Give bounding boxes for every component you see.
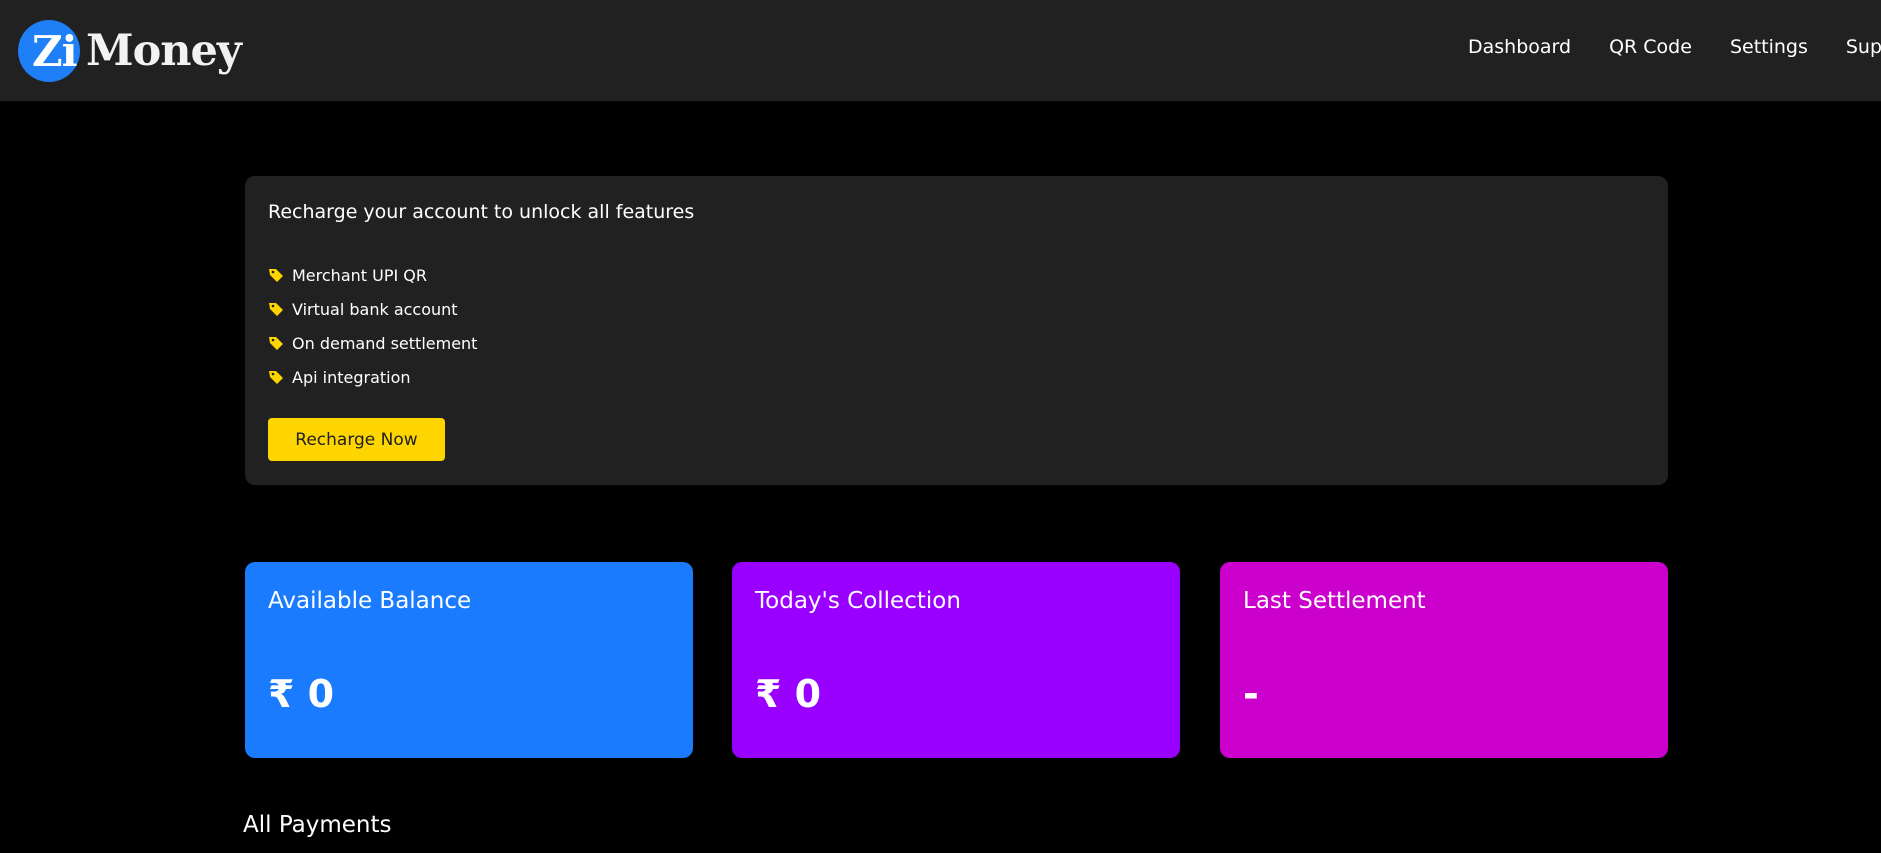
- logo-badge: Zi: [18, 20, 80, 82]
- tag-icon: [269, 303, 283, 316]
- tag-icon: [269, 269, 283, 282]
- main-nav: Dashboard QR Code Settings Support: [1468, 36, 1881, 58]
- nav-qr-code[interactable]: QR Code: [1609, 36, 1692, 58]
- all-payments-heading: All Payments: [243, 812, 392, 838]
- card-title: Last Settlement: [1243, 588, 1426, 614]
- tag-icon: [269, 371, 283, 384]
- recharge-now-button[interactable]: Recharge Now: [268, 418, 445, 461]
- promo-title: Recharge your account to unlock all feat…: [268, 201, 695, 223]
- card-value: ₹ 0: [268, 672, 335, 716]
- card-title: Available Balance: [268, 588, 472, 614]
- nav-support[interactable]: Support: [1846, 36, 1881, 58]
- nav-dashboard[interactable]: Dashboard: [1468, 36, 1571, 58]
- zimoney-logo[interactable]: Zi Money: [18, 20, 242, 82]
- last-settlement-card: Last Settlement -: [1220, 562, 1668, 758]
- recharge-promo-card: Recharge your account to unlock all feat…: [245, 176, 1668, 485]
- feature-label: Virtual bank account: [292, 299, 458, 319]
- feature-label: On demand settlement: [292, 333, 478, 353]
- feature-item: Merchant UPI QR: [268, 258, 477, 292]
- card-value: ₹ 0: [755, 672, 822, 716]
- nav-settings[interactable]: Settings: [1730, 36, 1808, 58]
- feature-item: Virtual bank account: [268, 292, 477, 326]
- card-value: -: [1243, 672, 1259, 716]
- logo-wordmark: Money: [86, 26, 242, 76]
- feature-label: Merchant UPI QR: [292, 265, 427, 285]
- top-navbar: Zi Money Dashboard QR Code Settings Supp…: [0, 0, 1881, 101]
- card-title: Today's Collection: [755, 588, 961, 614]
- feature-item: Api integration: [268, 360, 477, 394]
- tag-icon: [269, 337, 283, 350]
- feature-list: Merchant UPI QR Virtual bank account On …: [268, 258, 477, 394]
- todays-collection-card: Today's Collection ₹ 0: [732, 562, 1180, 758]
- feature-label: Api integration: [292, 367, 411, 387]
- feature-item: On demand settlement: [268, 326, 477, 360]
- available-balance-card: Available Balance ₹ 0: [245, 562, 693, 758]
